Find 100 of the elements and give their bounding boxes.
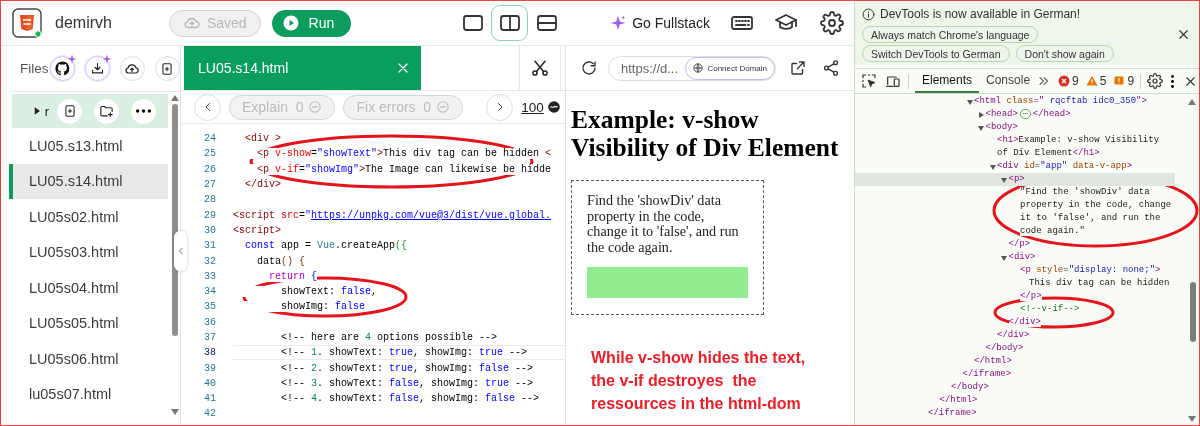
wave-circle-icon xyxy=(308,100,323,114)
expanded-triangle-icon[interactable] xyxy=(978,124,984,131)
scrollbar-thumb[interactable] xyxy=(172,104,178,336)
line-number: 40 xyxy=(203,377,216,389)
download-icon xyxy=(89,61,105,76)
shield-logo-icon xyxy=(12,8,42,38)
reload-icon[interactable] xyxy=(580,59,598,77)
code-line: <p v-if="showImg">The Image can likewise be hidde xyxy=(233,161,565,177)
code-line: <!-- here are 4 options possible --> xyxy=(233,329,565,346)
close-icon[interactable] xyxy=(1176,27,1191,42)
line-number: 24 xyxy=(203,133,216,145)
expanded-triangle-icon[interactable] xyxy=(1001,254,1007,261)
dom-tree-row[interactable]: </body> xyxy=(855,342,1175,355)
code-line: <!-- 3. showText: false, showImg: true --> xyxy=(233,375,565,392)
devtools-tab[interactable]: Console xyxy=(979,69,1038,93)
dom-tree-row[interactable]: <head> ⋯ </head> xyxy=(855,108,1175,121)
line-number: 33 xyxy=(203,270,216,282)
dom-tree-row[interactable]: <p style="display: none;"> xyxy=(855,264,1175,277)
devices-icon[interactable] xyxy=(884,73,902,89)
cat-icon xyxy=(53,60,71,77)
upload-button[interactable] xyxy=(119,56,145,81)
dom-tree-row[interactable]: </p> xyxy=(855,238,1175,251)
sparkle-icon xyxy=(66,54,77,64)
new-file-icon xyxy=(62,104,77,118)
dom-tree-row[interactable]: <!--v-if--> xyxy=(855,303,1175,316)
download-button[interactable] xyxy=(84,56,110,81)
collapse-handle[interactable] xyxy=(174,231,187,271)
dom-tree-row[interactable]: </div> xyxy=(855,316,1175,329)
connect-domain-button[interactable]: Connect Domain xyxy=(685,56,775,80)
dom-tree-row[interactable]: <p> xyxy=(855,173,1175,186)
external-link-icon[interactable] xyxy=(789,59,807,77)
scrollbar-thumb[interactable] xyxy=(1190,282,1196,342)
files-title: Files xyxy=(20,61,49,76)
code-line: data() { xyxy=(233,253,565,269)
expanded-triangle-icon[interactable] xyxy=(989,163,996,170)
issue-icon xyxy=(1113,75,1126,87)
settings-icon[interactable] xyxy=(820,11,844,35)
folder-row[interactable]: r xyxy=(12,94,168,128)
dom-tree-row[interactable]: </iframe> xyxy=(855,368,1175,381)
line-number: 26 xyxy=(203,163,216,175)
line-number: 41 xyxy=(203,393,216,405)
file-item[interactable]: LU05s02.html xyxy=(9,199,168,235)
collapsed-triangle-icon[interactable] xyxy=(978,111,984,118)
file-item[interactable]: LU05.s14.html xyxy=(9,163,168,199)
wave-circle-icon xyxy=(436,100,451,114)
project-name: demirvh xyxy=(55,14,112,32)
line-number: 31 xyxy=(203,240,216,252)
dom-tree-row[interactable]: </p> xyxy=(855,290,1175,303)
dom-tree-row[interactable]: <div> xyxy=(855,251,1175,264)
warning-icon xyxy=(1085,75,1098,87)
dom-tree-row[interactable]: </body> xyxy=(855,381,1175,394)
more-button[interactable] xyxy=(131,98,156,124)
score-link[interactable]: 100 xyxy=(521,99,544,115)
dom-tree-row[interactable]: </html> xyxy=(855,394,1175,407)
line-number: 25 xyxy=(203,148,216,160)
scroll-up-icon[interactable] xyxy=(171,95,179,101)
scroll-down-icon[interactable] xyxy=(171,409,179,415)
error-count: 9 xyxy=(1072,74,1079,88)
share-icon[interactable] xyxy=(822,59,840,77)
file-item[interactable]: LU05s05.html xyxy=(9,305,168,341)
run-button[interactable]: Run xyxy=(271,9,352,37)
file-item[interactable]: LU05s06.html xyxy=(9,341,168,377)
github-button[interactable] xyxy=(49,56,75,81)
scroll-up-icon[interactable] xyxy=(1188,99,1196,105)
more-vertical-icon[interactable] xyxy=(1171,74,1175,88)
dom-tree-row[interactable]: <html class=" rqcftab idc0_350"> xyxy=(855,95,1175,108)
expanded-triangle-icon[interactable] xyxy=(966,98,973,105)
line-number: 37 xyxy=(203,332,216,343)
expanded-triangle-icon[interactable] xyxy=(1001,176,1007,183)
settings-icon[interactable] xyxy=(1147,73,1164,89)
dom-tree-row[interactable]: "Find the 'showDiv' data property in the code, change it to 'false', and run the code again." xyxy=(855,186,1175,238)
page-heading: Example: v-show Visibility of Div Element xyxy=(571,106,840,162)
layout-button[interactable] xyxy=(491,5,529,41)
dom-tree-row[interactable]: </html> xyxy=(855,355,1175,368)
dom-tree-row[interactable]: </iframe> xyxy=(855,407,1175,420)
file-item[interactable]: LU05.s13.html xyxy=(9,128,168,164)
devtools-tab[interactable]: Elements xyxy=(915,69,980,93)
new-file-button[interactable] xyxy=(154,56,180,81)
dom-tree-row[interactable]: <h1>Example: v-show Visibility of Div Element</h1> xyxy=(855,134,1175,160)
dom-tree-row[interactable]: This div tag can be hidden xyxy=(855,277,1175,290)
infobar-message: DevTools is now available in German! xyxy=(880,7,1081,21)
code-line: <div > xyxy=(233,131,565,147)
instruction-text: Find the 'showDiv' data property in the code, change it to 'false', and run the code again. xyxy=(587,193,740,255)
issue-count: 9 xyxy=(1127,74,1135,88)
warning-count: 5 xyxy=(1099,74,1107,88)
dom-tree-row[interactable]: <body> xyxy=(855,121,1175,134)
file-item[interactable]: lu05s07.html xyxy=(9,376,168,412)
scissors-icon[interactable] xyxy=(530,58,550,78)
new-folder-button[interactable] xyxy=(94,98,119,124)
dom-tree-row[interactable]: </div> xyxy=(855,329,1175,342)
fullstack-button[interactable]: Go Fullstack xyxy=(610,15,710,31)
inspect-icon[interactable] xyxy=(861,73,877,89)
file-item[interactable]: LU05s04.html xyxy=(9,270,168,306)
file-item[interactable]: LU05s03.html xyxy=(9,234,168,270)
dom-tree-row[interactable]: <div id="app" data-v-app> xyxy=(855,160,1175,173)
new-folder-icon xyxy=(99,103,114,119)
sparkle-icon xyxy=(101,54,112,64)
scroll-down-icon[interactable] xyxy=(1188,416,1196,422)
collapsed-triangle-icon[interactable] xyxy=(34,106,41,116)
globe-icon xyxy=(693,63,704,73)
